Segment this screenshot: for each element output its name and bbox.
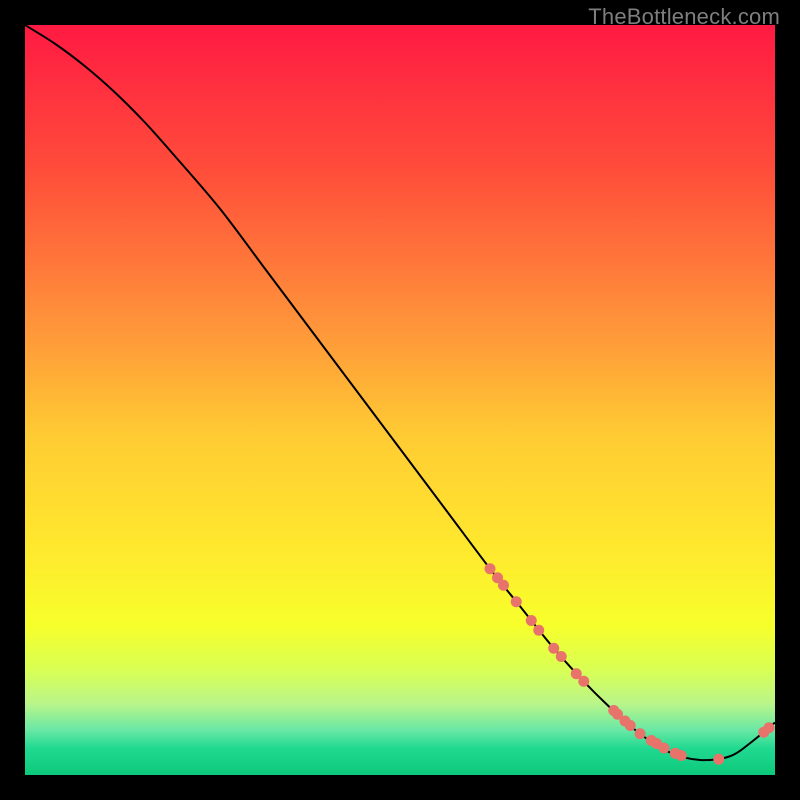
- highlight-point: [578, 676, 589, 687]
- highlight-point: [526, 615, 537, 626]
- attribution-label: TheBottleneck.com: [588, 4, 780, 30]
- highlight-point: [713, 754, 724, 765]
- highlight-point: [485, 563, 496, 574]
- highlight-point: [659, 743, 670, 754]
- highlight-point: [556, 651, 567, 662]
- highlight-point: [635, 728, 646, 739]
- chart-svg: [25, 25, 775, 775]
- highlight-point: [533, 625, 544, 636]
- highlight-point: [625, 720, 636, 731]
- highlight-point: [548, 643, 559, 654]
- highlight-point: [764, 722, 775, 733]
- plot-frame: [25, 25, 775, 775]
- highlight-point: [498, 580, 509, 591]
- highlight-point: [511, 596, 522, 607]
- chart-stage: TheBottleneck.com: [0, 0, 800, 800]
- highlight-point: [676, 750, 687, 761]
- gradient-rect: [25, 25, 775, 775]
